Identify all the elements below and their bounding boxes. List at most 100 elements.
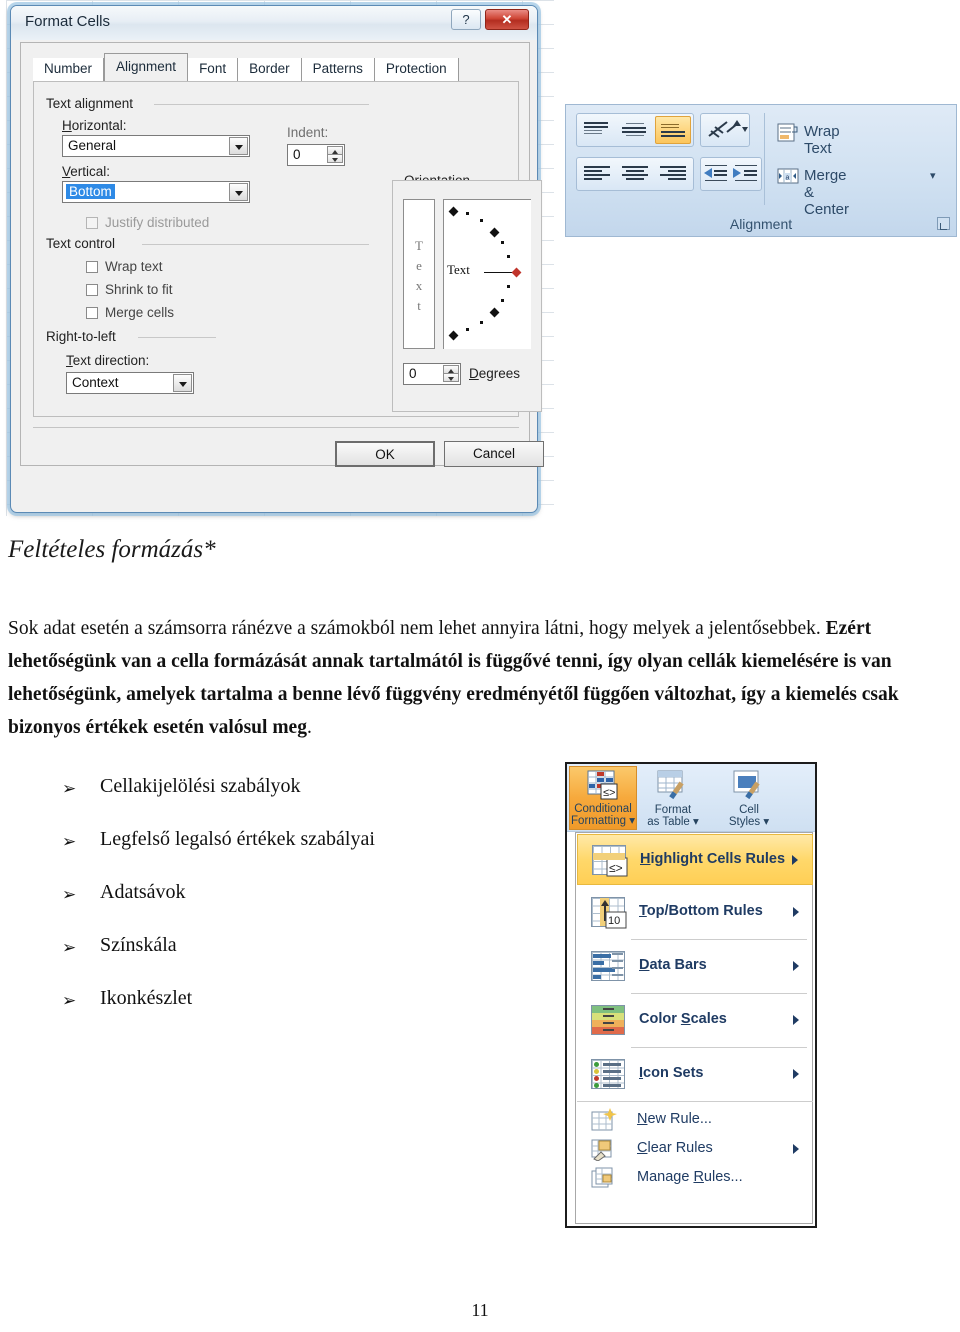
- format-as-table-icon: [657, 770, 684, 800]
- list-item: ➢ Legfelső legalsó értékek szabályai: [62, 828, 532, 881]
- paragraph-part-normal: Sok adat esetén a számsorra ránézve a sz…: [8, 618, 826, 639]
- checkbox-box: [86, 217, 98, 229]
- menu-label: Icon Sets: [639, 1065, 704, 1081]
- menu-item-clear-rules[interactable]: Clear Rules: [577, 1134, 813, 1163]
- align-center-icon[interactable]: [617, 160, 653, 188]
- cell-styles-button[interactable]: Cell Styles ▾: [715, 766, 783, 830]
- chevron-down-icon[interactable]: [229, 183, 248, 201]
- svg-text:≤>: ≤>: [609, 861, 623, 875]
- cell-styles-icon: [733, 770, 760, 800]
- menu-item-highlight-cells-rules[interactable]: ≤> Highlight Cells Rules: [577, 834, 813, 885]
- stepper-down-icon[interactable]: [443, 373, 459, 382]
- merge-center-label: Merge & Center: [804, 167, 850, 218]
- menu-item-data-bars[interactable]: Data Bars: [577, 941, 813, 992]
- dialog-launcher-icon[interactable]: [937, 217, 950, 230]
- chevron-down-icon[interactable]: ▾: [930, 169, 936, 182]
- horizontal-align-button-group: [576, 157, 694, 191]
- vertical-text-button[interactable]: T e x t: [403, 199, 435, 349]
- ok-button[interactable]: OK: [335, 441, 435, 467]
- feature-list: ➢ Cellakijelölési szabályok ➢ Legfelső l…: [62, 775, 532, 1040]
- stepper-down-icon[interactable]: [327, 154, 343, 163]
- alignment-panel: Text alignment Horizontal: General Verti…: [33, 81, 542, 417]
- horizontal-label: Horizontal:: [62, 118, 127, 133]
- ribbon-divider: [764, 113, 765, 205]
- menu-item-top-bottom-rules[interactable]: 10 Top/Bottom Rules: [577, 887, 813, 938]
- bullet-arrow-icon: ➢: [62, 779, 77, 799]
- ribbon-group-label: Alignment: [729, 216, 793, 232]
- menu-separator: [631, 1047, 807, 1048]
- wrap-text-label: Wrap Text: [804, 123, 840, 157]
- orientation-dial[interactable]: Text: [443, 199, 531, 349]
- stepper-arrows[interactable]: [443, 365, 459, 383]
- svg-text:a: a: [786, 175, 790, 182]
- conditional-formatting-screenshot: ≤> Conditional Formatting ▾ Format as Ta…: [565, 762, 817, 1228]
- menu-item-new-rule[interactable]: New Rule...: [577, 1105, 813, 1134]
- menu-label: New Rule...: [637, 1111, 712, 1127]
- right-to-left-rule: [138, 337, 216, 338]
- dial-tick: [501, 299, 504, 302]
- cell-styles-label: Cell Styles ▾: [728, 804, 770, 828]
- stepper-arrows[interactable]: [327, 146, 343, 164]
- chevron-down-icon[interactable]: [173, 374, 192, 392]
- menu-item-manage-rules[interactable]: Manage Rules...: [577, 1163, 813, 1192]
- menu-item-icon-sets[interactable]: Icon Sets: [577, 1049, 813, 1100]
- list-item: ➢ Cellakijelölési szabályok: [62, 775, 532, 828]
- tab-alignment[interactable]: Alignment: [104, 53, 189, 81]
- cancel-button[interactable]: Cancel: [444, 441, 544, 467]
- wrap-text-icon: [777, 123, 798, 142]
- help-icon[interactable]: ?: [451, 9, 481, 30]
- dial-handle-minus90[interactable]: [448, 330, 459, 341]
- intro-paragraph: Sok adat esetén a számsorra ránézve a sz…: [8, 612, 952, 744]
- horizontal-value: General: [68, 138, 117, 153]
- dial-tick: [507, 255, 510, 258]
- dial-tick: [466, 212, 469, 215]
- dial-tick: [466, 328, 469, 331]
- paragraph-part-end: .: [306, 717, 312, 738]
- clear-rules-icon: [591, 1139, 612, 1161]
- menu-item-color-scales[interactable]: Color Scales: [577, 995, 813, 1046]
- align-bottom-icon[interactable]: [655, 116, 691, 144]
- text-orientation-button[interactable]: [700, 113, 750, 147]
- wrap-text-label: Wrap text: [105, 259, 163, 274]
- horizontal-dropdown[interactable]: General: [62, 135, 250, 157]
- increase-indent-icon[interactable]: [732, 160, 762, 188]
- menu-label: Highlight Cells Rules: [640, 851, 786, 867]
- text-direction-dropdown[interactable]: Context: [66, 372, 194, 394]
- ribbon-alignment-group: Wrap Text a Merge & Center ▾ Alignment: [565, 104, 957, 237]
- indent-stepper[interactable]: 0: [287, 144, 345, 166]
- dialog-tabs: Number Alignment Font Border Patterns Protect…: [33, 53, 459, 84]
- close-icon[interactable]: ✕: [485, 9, 529, 30]
- menu-label: Color Scales: [639, 1011, 727, 1027]
- list-item: ➢ Ikonkészlet: [62, 987, 532, 1040]
- vertical-text-char-t: T: [415, 238, 423, 253]
- align-left-icon[interactable]: [579, 160, 615, 188]
- format-as-table-label: Format as Table ▾: [647, 804, 699, 828]
- dial-handle-0[interactable]: [511, 267, 522, 278]
- degrees-stepper[interactable]: 0: [403, 363, 461, 385]
- dial-handle-minus45[interactable]: [489, 307, 500, 318]
- dialog-body: Number Alignment Font Border Patterns Protect…: [20, 42, 544, 467]
- format-as-table-button[interactable]: Format as Table ▾: [639, 766, 707, 830]
- list-item: ➢ Színskála: [62, 934, 532, 987]
- text-control-rule: [142, 244, 369, 245]
- align-middle-icon[interactable]: [617, 116, 653, 144]
- dial-handle-90[interactable]: [448, 206, 459, 217]
- checkbox-box: [86, 307, 98, 319]
- justify-distributed-label: Justify distributed: [105, 215, 210, 230]
- checkbox-box: [86, 261, 98, 273]
- dial-handle-45[interactable]: [489, 227, 500, 238]
- submenu-arrow-icon: [793, 907, 799, 917]
- footer-divider: [33, 427, 519, 428]
- decrease-indent-icon[interactable]: [702, 160, 732, 188]
- chevron-down-icon[interactable]: [229, 137, 248, 155]
- submenu-arrow-icon: [793, 1144, 799, 1154]
- dial-tick: [501, 241, 504, 244]
- align-right-icon[interactable]: [655, 160, 691, 188]
- vertical-dropdown[interactable]: Bottom: [62, 181, 250, 203]
- excel-screenshot-top: Format Cells ? ✕ Number Alignment Font Bord…: [0, 0, 960, 520]
- align-top-icon[interactable]: [579, 116, 615, 144]
- menu-separator: [631, 939, 807, 940]
- shrink-to-fit-label: Shrink to fit: [105, 282, 173, 297]
- text-control-group-label: Text control: [46, 236, 122, 251]
- conditional-formatting-button[interactable]: ≤> Conditional Formatting ▾: [569, 766, 637, 830]
